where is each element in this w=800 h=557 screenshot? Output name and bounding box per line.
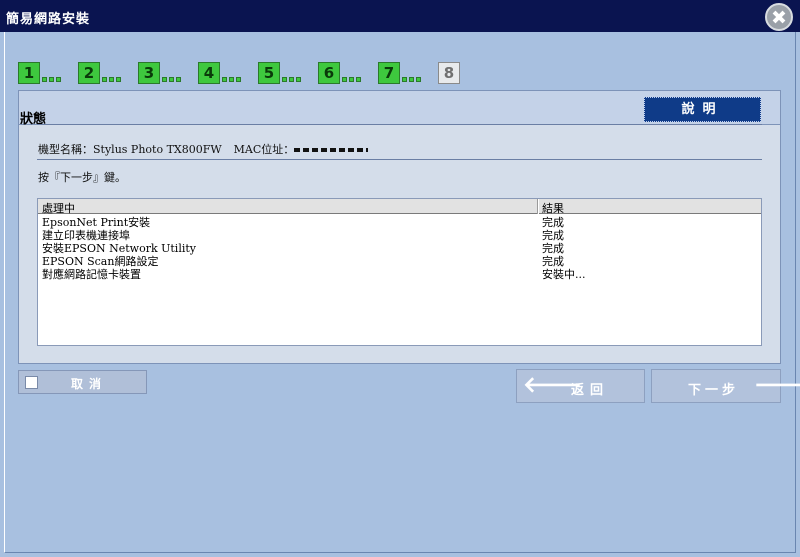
divider <box>37 159 762 160</box>
mac-value-redacted <box>294 148 369 152</box>
mac-label: MAC位址： <box>233 143 295 156</box>
step-2: 2 <box>78 62 138 84</box>
back-label: 返回 <box>571 383 610 398</box>
window-title: 簡易網路安裝 <box>6 12 91 27</box>
step-number: 6 <box>318 62 340 84</box>
model-value: Stylus Photo TX800FW <box>93 143 222 156</box>
step-progress-dots <box>222 77 241 82</box>
step-progress-dots <box>402 77 421 82</box>
step-number: 8 <box>438 62 460 84</box>
step-progress-dots <box>342 77 361 82</box>
next-label: 下一步 <box>688 383 740 398</box>
progress-table: 處理中 結果 EpsonNet Print安裝 完成 建立印表機連接埠 完成 安… <box>37 198 762 346</box>
step-8: 8 <box>438 62 498 84</box>
step-1: 1 <box>18 62 78 84</box>
step-progress-dots <box>42 77 61 82</box>
step-progress-dots <box>282 77 301 82</box>
step-3: 3 <box>138 62 198 84</box>
cancel-button[interactable]: 取消 <box>18 370 147 394</box>
instruction-text: 按『下一步』鍵。 <box>38 171 126 184</box>
step-number: 1 <box>18 62 40 84</box>
printer-info: 機型名稱：Stylus Photo TX800FW MAC位址： <box>38 141 369 157</box>
divider <box>37 124 762 125</box>
back-button[interactable]: 🡐 返回 <box>516 369 645 403</box>
table-row: EPSON Scan網路設定 完成 <box>38 253 761 268</box>
next-button[interactable]: 下一步 🡒 <box>651 369 800 403</box>
step-5: 5 <box>258 62 318 84</box>
cancel-checkbox-icon <box>25 376 38 389</box>
cancel-label: 取消 <box>71 377 108 391</box>
step-number: 7 <box>378 62 400 84</box>
table-row: 對應網路記憶卡裝置 安裝中... <box>38 266 761 281</box>
step-number: 4 <box>198 62 220 84</box>
title-bar: 簡易網路安裝 <box>0 0 800 32</box>
step-number: 2 <box>78 62 100 84</box>
step-4: 4 <box>198 62 258 84</box>
table-row: 建立印表機連接埠 完成 <box>38 227 761 242</box>
step-progress-dots <box>162 77 181 82</box>
step-6: 6 <box>318 62 378 84</box>
result-cell: 安裝中... <box>542 268 586 281</box>
table-header: 處理中 結果 <box>38 199 761 215</box>
task-cell: 對應網路記憶卡裝置 <box>42 268 141 281</box>
table-row: EpsonNet Print安裝 完成 <box>38 214 761 229</box>
step-7: 7 <box>378 62 438 84</box>
table-row: 安裝EPSON Network Utility 完成 <box>38 240 761 255</box>
step-progress-dots <box>102 77 121 82</box>
column-separator[interactable] <box>537 199 539 214</box>
help-button[interactable]: 說明 <box>644 97 761 122</box>
arrow-right-icon: 🡒 <box>754 373 800 398</box>
model-label: 機型名稱： <box>38 143 93 156</box>
step-number: 3 <box>138 62 160 84</box>
step-number: 5 <box>258 62 280 84</box>
close-icon[interactable] <box>765 3 793 31</box>
